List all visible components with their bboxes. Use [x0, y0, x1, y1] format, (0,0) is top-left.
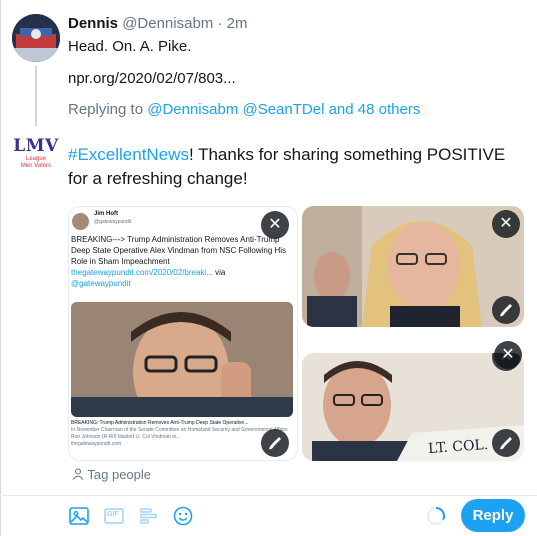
edit-media-button[interactable] [492, 429, 520, 457]
avatar[interactable] [12, 14, 60, 62]
avatar-logo-sub1: League [25, 156, 47, 162]
embedded-photo [71, 302, 293, 417]
reply-dialog: Dennis @Dennisabm · 2m Head. On. A. Pike… [0, 0, 537, 536]
reply-button[interactable]: Reply [461, 499, 525, 532]
reply-textarea[interactable]: #ExcellentNews! Thanks for sharing somet… [68, 143, 523, 191]
embedded-name: Jim Hoft [94, 211, 118, 217]
tweet-header: Dennis @Dennisabm · 2m [68, 15, 247, 32]
display-name[interactable]: Dennis [68, 15, 118, 32]
media-attachment-1[interactable]: Jim Hoft @gatewaypundit BREAKING---> Tru… [68, 206, 298, 461]
embedded-via-handle: @gatewaypundit [71, 279, 131, 288]
embedded-via: via [215, 268, 226, 277]
embedded-url: thegatewaypundit.com/2020/02/breaki... [71, 268, 213, 277]
media-attachment-3[interactable]: LT. COL. ✕ [302, 353, 524, 461]
image-icon[interactable] [68, 505, 90, 527]
thread-line [35, 66, 37, 126]
poll-icon[interactable] [138, 505, 160, 527]
reply-avatar: LMV League Men Voters [12, 132, 60, 180]
gif-label: GIF [107, 511, 119, 518]
emoji-icon[interactable] [172, 505, 194, 527]
embedded-body-text: BREAKING---> Trump Administration Remove… [71, 235, 287, 266]
dialog-edge [0, 0, 1, 536]
tweet-text: Head. On. A. Pike. [68, 38, 192, 55]
embedded-handle: @gatewaypundit [94, 219, 132, 225]
brush-icon [500, 304, 512, 317]
tag-people-link[interactable]: Tag people [72, 467, 151, 482]
user-handle[interactable]: @Dennisabm [122, 15, 213, 32]
edit-media-button[interactable] [261, 429, 289, 457]
replying-to: Replying to @Dennisabm @SeanTDel and 48 … [68, 101, 420, 118]
separator-dot: · [217, 15, 223, 32]
gif-icon[interactable]: GIF [103, 505, 125, 527]
person-icon [72, 468, 84, 480]
tweet-time[interactable]: 2m [227, 15, 248, 32]
hashtag[interactable]: #ExcellentNews [68, 145, 189, 164]
toolbar-divider [0, 495, 537, 496]
tag-people-label: Tag people [87, 467, 152, 482]
brush-icon [500, 437, 512, 450]
embedded-caption: BREAKING: Trump Administration Removes A… [71, 420, 293, 448]
replying-handles[interactable]: @Dennisabm @SeanTDel and 48 others [147, 101, 420, 118]
embedded-caption-domain: thegatewaypundit.com [71, 441, 122, 447]
avatar-logo-text: LMV [13, 136, 59, 156]
character-count-ring [426, 506, 446, 526]
brush-icon [269, 437, 281, 450]
remove-media-button[interactable]: ✕ [261, 211, 289, 239]
embedded-caption-body: In November Chairman of the Senate Commi… [71, 427, 288, 440]
embedded-caption-title: BREAKING: Trump Administration Removes A… [71, 420, 249, 426]
remove-media-3-button[interactable]: ✕ [494, 341, 522, 369]
embedded-body: BREAKING---> Trump Administration Remove… [71, 234, 293, 289]
tweet-link[interactable]: npr.org/2020/02/07/803... [68, 70, 236, 87]
embedded-avatar [72, 213, 89, 230]
replying-prefix: Replying to [68, 101, 144, 118]
avatar-logo-sub2: Men Voters [20, 163, 52, 169]
media-attachment-2[interactable]: ✕ [302, 206, 524, 327]
edit-media-button[interactable] [492, 296, 520, 324]
remove-media-button[interactable]: ✕ [492, 210, 520, 238]
